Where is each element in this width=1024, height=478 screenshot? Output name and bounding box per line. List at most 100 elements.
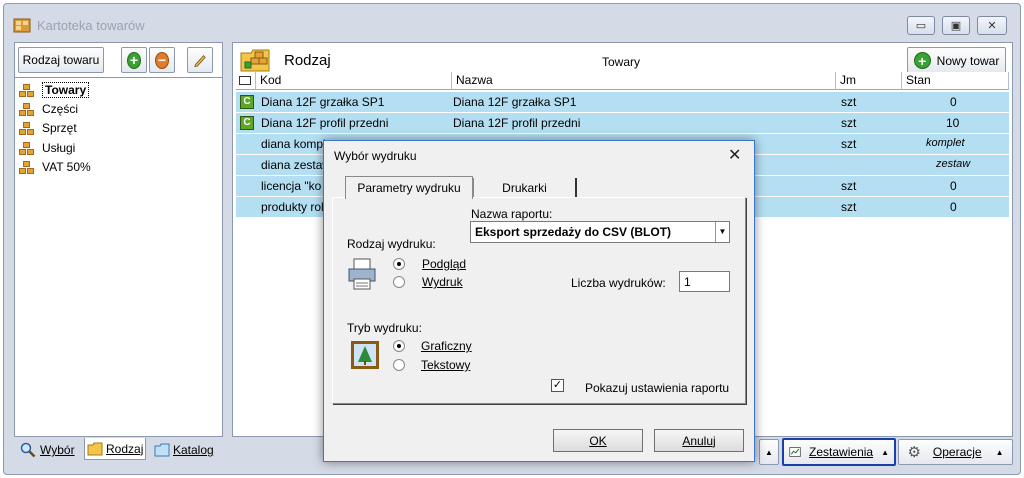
column-header-kod[interactable]: Kod (256, 72, 452, 90)
type-button[interactable]: Rodzaj towaru (18, 47, 104, 73)
ok-button[interactable]: OK (553, 429, 643, 452)
column-header-stan[interactable]: Stan (902, 72, 1009, 90)
cell-stan: zestaw (936, 158, 971, 170)
image-icon (351, 341, 379, 369)
graphic-mode-label[interactable]: Graficzny (421, 339, 472, 353)
text-mode-label[interactable]: Tekstowy (421, 358, 470, 372)
ok-label: OK (589, 433, 607, 448)
tree-item-label: VAT 50% (42, 160, 91, 174)
title-bar: Kartoteka towarów ▭ ▣ ✕ (4, 4, 1020, 38)
tab-label: Parametry wydruku (357, 181, 461, 195)
product-type-badge: C (240, 116, 254, 130)
caret-up-icon: ▲ (995, 447, 1004, 457)
close-icon: ✕ (728, 147, 742, 164)
grid-select-column[interactable] (236, 72, 256, 90)
boxes-icon (19, 83, 37, 98)
copies-input[interactable]: 1 (679, 271, 730, 292)
tree-item-label: Usługi (42, 141, 76, 155)
tab-rodzaj[interactable]: Rodzaj (84, 438, 147, 460)
table-row[interactable]: C Diana 12F grzałka SP1 Diana 12F grzałk… (236, 92, 1009, 112)
tree-item-czesci[interactable]: Części (19, 100, 78, 118)
cell-stan: 0 (950, 200, 957, 214)
pencil-icon (194, 55, 206, 68)
tab-katalog[interactable]: Katalog (154, 439, 214, 461)
window-title: Kartoteka towarów (37, 18, 145, 33)
tab-label: Rodzaj (106, 441, 144, 456)
print-radio-label[interactable]: Wydruk (422, 275, 463, 289)
operations-button[interactable]: ⚙ Operacje ▲ (898, 439, 1013, 465)
boxes-icon (19, 160, 37, 175)
copies-value: 1 (684, 275, 691, 289)
add-type-button[interactable]: + (121, 47, 147, 73)
new-item-label: Nowy towar (936, 53, 1000, 68)
edit-type-button[interactable] (187, 47, 213, 73)
select-all-icon (239, 76, 251, 85)
tree-item-label: Towary (42, 82, 90, 98)
drop-arrow-button[interactable]: ▲ (759, 439, 779, 465)
table-row[interactable]: C Diana 12F profil przedni Diana 12F pro… (236, 113, 1009, 133)
catalog-folder-icon (154, 443, 170, 457)
report-name-label: Nazwa raportu: (471, 207, 553, 221)
preview-radio-label[interactable]: Podgląd (422, 257, 466, 271)
tree-item-label: Sprzęt (42, 121, 77, 135)
plus-icon: + (913, 52, 931, 69)
category-header-title: Rodzaj (284, 52, 331, 69)
show-settings-checkbox[interactable]: ✓ (551, 379, 564, 392)
cell-kod: diana kompl (261, 137, 326, 151)
print-radio[interactable] (393, 276, 405, 288)
category-header-icon (240, 49, 270, 72)
remove-type-button[interactable]: − (149, 47, 175, 73)
maximize-icon: ▣ (950, 20, 962, 32)
plus-icon: + (127, 51, 141, 69)
reports-button[interactable]: Zestawienia ▲ (782, 438, 896, 466)
text-mode-radio[interactable] (393, 359, 405, 371)
cell-jm: szt (841, 179, 857, 193)
dialog-title: Wybór wydruku (334, 149, 417, 163)
minimize-button[interactable]: ▭ (907, 16, 935, 35)
tree-item-uslugi[interactable]: Usługi (19, 139, 75, 157)
boxes-icon (19, 141, 37, 156)
folder-icon (87, 442, 103, 455)
report-name-select[interactable]: Eksport sprzedaży do CSV (BLOT) ▼ (470, 221, 730, 243)
close-button[interactable]: ✕ (977, 16, 1007, 35)
cell-jm: szt (841, 116, 857, 130)
tree-item-towary[interactable]: Towary (19, 81, 90, 99)
cell-nazwa: Diana 12F grzałka SP1 (453, 95, 577, 109)
minimize-icon: ▭ (915, 20, 927, 32)
new-item-button[interactable]: + Nowy towar (907, 47, 1006, 74)
column-header-nazwa[interactable]: Nazwa (452, 72, 836, 90)
column-header-jm[interactable]: Jm (836, 72, 902, 90)
close-icon: ✕ (987, 20, 997, 32)
cell-nazwa: Diana 12F profil przedni (453, 116, 581, 130)
chevron-down-icon[interactable]: ▼ (715, 222, 729, 242)
left-panel: Rodzaj towaru + − Towary Części Sprzęt U… (14, 42, 223, 437)
cancel-label: Anuluj (682, 433, 716, 448)
tab-wybor[interactable]: Wybór (20, 439, 75, 461)
preview-radio[interactable] (393, 258, 405, 270)
print-type-label: Rodzaj wydruku: (347, 237, 436, 251)
tab-printers[interactable]: Drukarki (473, 178, 577, 198)
caret-up-icon: ▲ (881, 447, 889, 457)
cell-kod: Diana 12F profil przedni (261, 116, 389, 130)
minus-icon: − (155, 51, 169, 69)
tree-item-sprzet[interactable]: Sprzęt (19, 119, 77, 137)
cancel-button[interactable]: Anuluj (654, 429, 744, 452)
checkmark-icon: ✓ (552, 379, 563, 391)
dialog-close-button[interactable]: ✕ (728, 145, 741, 165)
cell-jm: szt (841, 137, 857, 151)
copies-label: Liczba wydruków: (571, 276, 666, 290)
report-icon (789, 447, 801, 457)
tree-item-vat50[interactable]: VAT 50% (19, 158, 91, 176)
cell-stan: komplet (926, 137, 965, 149)
app-icon (13, 18, 31, 33)
graphic-mode-radio[interactable] (393, 340, 405, 352)
tab-label: Katalog (173, 443, 214, 457)
tab-print-params[interactable]: Parametry wydruku (345, 176, 473, 199)
cell-stan: 0 (950, 95, 957, 109)
tab-label: Drukarki (502, 181, 547, 195)
caret-up-icon: ▲ (765, 447, 773, 457)
maximize-button[interactable]: ▣ (942, 16, 970, 35)
show-settings-label[interactable]: Pokazuj ustawienia raportu (585, 381, 729, 395)
reports-label: Zestawienia (809, 445, 874, 459)
printer-icon (348, 258, 376, 290)
